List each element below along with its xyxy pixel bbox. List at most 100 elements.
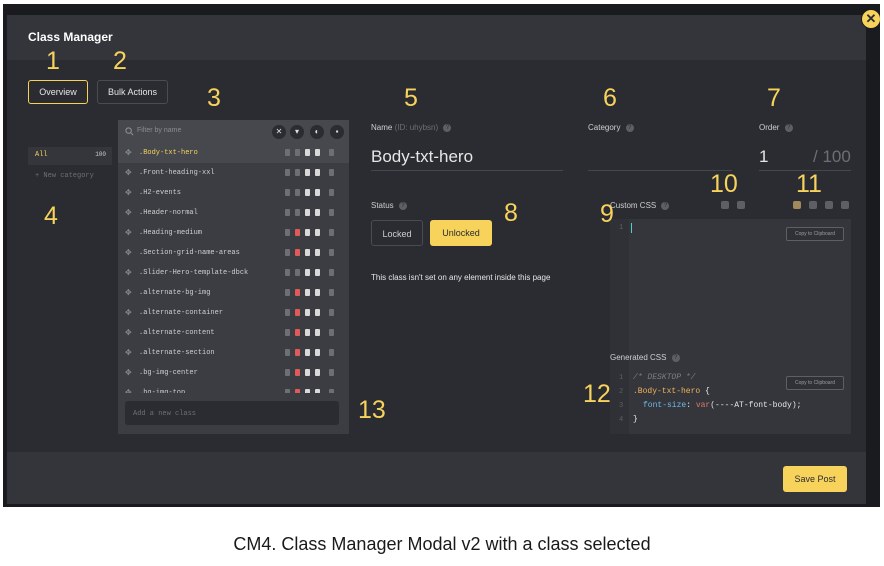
order-input[interactable]: 1 — [759, 147, 768, 167]
tablet-icon[interactable] — [809, 201, 817, 209]
clear-filter-icon[interactable]: ✕ — [272, 125, 286, 139]
drag-handle-icon[interactable]: ✥ — [125, 248, 132, 257]
copy-icon[interactable] — [315, 289, 320, 296]
class-list-item[interactable]: ✥ .H2-events — [118, 183, 349, 203]
lock-status-icon[interactable] — [295, 389, 300, 393]
copy-icon[interactable] — [315, 189, 320, 196]
class-list-item[interactable]: ✥ .Body-txt-hero — [118, 143, 349, 163]
copy-icon[interactable] — [315, 229, 320, 236]
lock-icon[interactable]: ▪ — [330, 125, 344, 139]
locked-button[interactable]: Locked — [371, 220, 423, 246]
lock-status-icon[interactable] — [295, 289, 300, 296]
lock-status-icon[interactable] — [295, 269, 300, 276]
copy-icon[interactable] — [315, 329, 320, 336]
drag-handle-icon[interactable]: ✥ — [125, 368, 132, 377]
trash-icon[interactable] — [329, 309, 334, 316]
trash-icon[interactable] — [329, 289, 334, 296]
page-icon[interactable] — [285, 389, 290, 393]
drag-handle-icon[interactable]: ✥ — [125, 148, 132, 157]
lock-status-icon[interactable] — [295, 329, 300, 336]
drag-handle-icon[interactable]: ✥ — [125, 268, 132, 277]
edit-icon[interactable] — [305, 349, 310, 356]
page-icon[interactable] — [285, 289, 290, 296]
copy-icon[interactable] — [315, 249, 320, 256]
trash-icon[interactable] — [329, 369, 334, 376]
page-icon[interactable] — [285, 249, 290, 256]
edit-icon[interactable] — [305, 389, 310, 393]
new-class-input[interactable]: Add a new class — [125, 401, 339, 425]
trash-icon[interactable] — [329, 349, 334, 356]
trash-icon[interactable] — [329, 329, 334, 336]
copy-icon[interactable] — [315, 309, 320, 316]
drag-handle-icon[interactable]: ✥ — [125, 228, 132, 237]
edit-icon[interactable] — [305, 309, 310, 316]
edit-icon[interactable] — [305, 209, 310, 216]
page-icon[interactable] — [285, 269, 290, 276]
edit-icon[interactable] — [305, 169, 310, 176]
trash-icon[interactable] — [329, 169, 334, 176]
page-icon[interactable] — [285, 169, 290, 176]
lock-status-icon[interactable] — [295, 229, 300, 236]
drag-handle-icon[interactable]: ✥ — [125, 388, 132, 393]
tab-overview[interactable]: Overview — [28, 80, 88, 104]
reset-icon[interactable] — [737, 201, 745, 209]
name-input[interactable]: Body-txt-hero — [371, 147, 473, 167]
class-list-item[interactable]: ✥ .alternate-section — [118, 343, 349, 363]
drag-handle-icon[interactable]: ✥ — [125, 188, 132, 197]
laptop-icon[interactable] — [825, 201, 833, 209]
edit-icon[interactable] — [305, 329, 310, 336]
copy-icon[interactable] — [315, 169, 320, 176]
class-list-item[interactable]: ✥ .Front-heading-xxl — [118, 163, 349, 183]
tab-bulk-actions[interactable]: Bulk Actions — [97, 80, 168, 104]
lock-status-icon[interactable] — [295, 189, 300, 196]
unlocked-button[interactable]: Unlocked — [430, 220, 492, 246]
copy-icon[interactable] — [315, 209, 320, 216]
copy-icon[interactable] — [315, 349, 320, 356]
filter-input[interactable]: Filter by name — [137, 127, 181, 134]
page-icon[interactable] — [285, 229, 290, 236]
edit-icon[interactable] — [305, 369, 310, 376]
custom-css-editor[interactable]: 1 Copy to Clipboard — [610, 219, 851, 373]
edit-icon[interactable] — [305, 189, 310, 196]
drag-handle-icon[interactable]: ✥ — [125, 328, 132, 337]
trash-icon[interactable] — [329, 389, 334, 393]
lock-status-icon[interactable] — [295, 149, 300, 156]
class-list-item[interactable]: ✥ .Slider-Hero-template-dbck — [118, 263, 349, 283]
mobile-icon[interactable] — [841, 201, 849, 209]
page-icon[interactable] — [285, 349, 290, 356]
class-list-item[interactable]: ✥ .alternate-content — [118, 323, 349, 343]
save-post-button[interactable]: Save Post — [783, 466, 847, 492]
trash-icon[interactable] — [329, 149, 334, 156]
drag-handle-icon[interactable]: ✥ — [125, 288, 132, 297]
page-icon[interactable] — [285, 149, 290, 156]
trash-icon[interactable] — [329, 249, 334, 256]
drag-handle-icon[interactable]: ✥ — [125, 348, 132, 357]
edit-icon[interactable] — [305, 289, 310, 296]
lock-status-icon[interactable] — [295, 169, 300, 176]
shield-icon[interactable]: ▾ — [290, 125, 304, 139]
close-icon[interactable]: ✕ — [861, 9, 880, 29]
page-icon[interactable] — [285, 189, 290, 196]
trash-icon[interactable] — [329, 269, 334, 276]
class-list-item[interactable]: ✥ .Header-normal — [118, 203, 349, 223]
copy-custom-css-button[interactable]: Copy to Clipboard — [786, 227, 844, 241]
category-item-all[interactable]: All 100 — [28, 147, 112, 165]
class-list-item[interactable]: ✥ .alternate-container — [118, 303, 349, 323]
toggle-icon[interactable]: ◐ — [310, 125, 324, 139]
copy-generated-css-button[interactable]: Copy to Clipboard — [786, 376, 844, 390]
lock-status-icon[interactable] — [295, 369, 300, 376]
copy-icon[interactable] — [315, 389, 320, 393]
edit-icon[interactable] — [305, 229, 310, 236]
drag-handle-icon[interactable]: ✥ — [125, 208, 132, 217]
drag-handle-icon[interactable]: ✥ — [125, 168, 132, 177]
lock-status-icon[interactable] — [295, 309, 300, 316]
copy-icon[interactable] — [315, 269, 320, 276]
page-icon[interactable] — [285, 209, 290, 216]
page-icon[interactable] — [285, 309, 290, 316]
edit-icon[interactable] — [305, 249, 310, 256]
trash-icon[interactable] — [329, 209, 334, 216]
edit-icon[interactable] — [305, 269, 310, 276]
class-list-item[interactable]: ✥ .Heading-medium — [118, 223, 349, 243]
class-list-item[interactable]: ✥ .bg-img-center — [118, 363, 349, 383]
page-icon[interactable] — [285, 329, 290, 336]
